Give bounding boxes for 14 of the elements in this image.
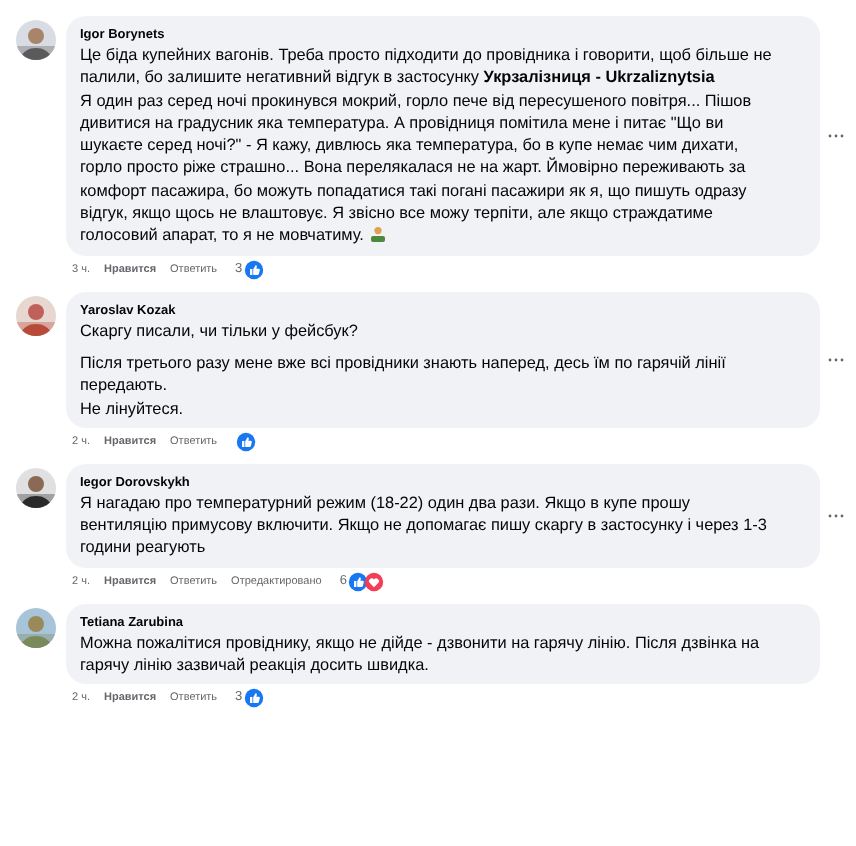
- comment-text: Не лінуйтеся.: [80, 399, 184, 418]
- heart-icon: [364, 571, 385, 592]
- comment-text: Я нагадаю про температурний режим (18-22) один два рази. Якщо в купе прошу вентиляцію примусову включити. Якщо не допомагає пишу скаргу в застосунку і через 1-3 години реагують: [80, 493, 767, 557]
- like-icon: [244, 259, 265, 280]
- comment-text: Скаргу писали, чи тільки у фейсбук?: [80, 321, 358, 340]
- comment-text: Я один раз серед ночі прокинувся мокрий, горло пече від пересушеного повітря... Пішов дивитися на градусник яка температура. А провідниця помітила мене і питає "Що ви шукаєте серед ночі?" - Я кажу, дивлюсь яка температура, бо в купе немає чим дихати, горло просто ріже страшно... Вона перелякалася не на жарт. Ймовірно переживають за комфорт пасажира, бо можуть попадатися такі погані пасажири як я, що пишуть одразу відгук, якщо щось не влаштовує. Я звісно все можу терпіти, але якщо страждатиме голосовий апарат, то я не мовчатиму.: [80, 91, 752, 245]
- more-options-icon[interactable]: [828, 513, 844, 518]
- comment-text: Після третього разу мене вже всі провідники знають наперед, десь їм по гарячій лінії передають.: [80, 353, 726, 395]
- comment-text: Це біда купейних вагонів. Треба просто підходити до провідника і говорити, щоб більше не палили, бо залишите негативний відгук в застосунку Укрзалізниця - Ukrzaliznytsia: [80, 46, 772, 87]
- more-options-icon[interactable]: [828, 357, 844, 362]
- like-icon: [235, 431, 256, 452]
- comment-text: Можна пожалітися провіднику, якщо не дійде - дзвонити на гарячу лінію. Після дзвінка на гарячу лінію зазвичай реакція досить швидка.: [80, 633, 760, 675]
- like-icon: [244, 688, 265, 709]
- more-options-icon[interactable]: [828, 133, 844, 138]
